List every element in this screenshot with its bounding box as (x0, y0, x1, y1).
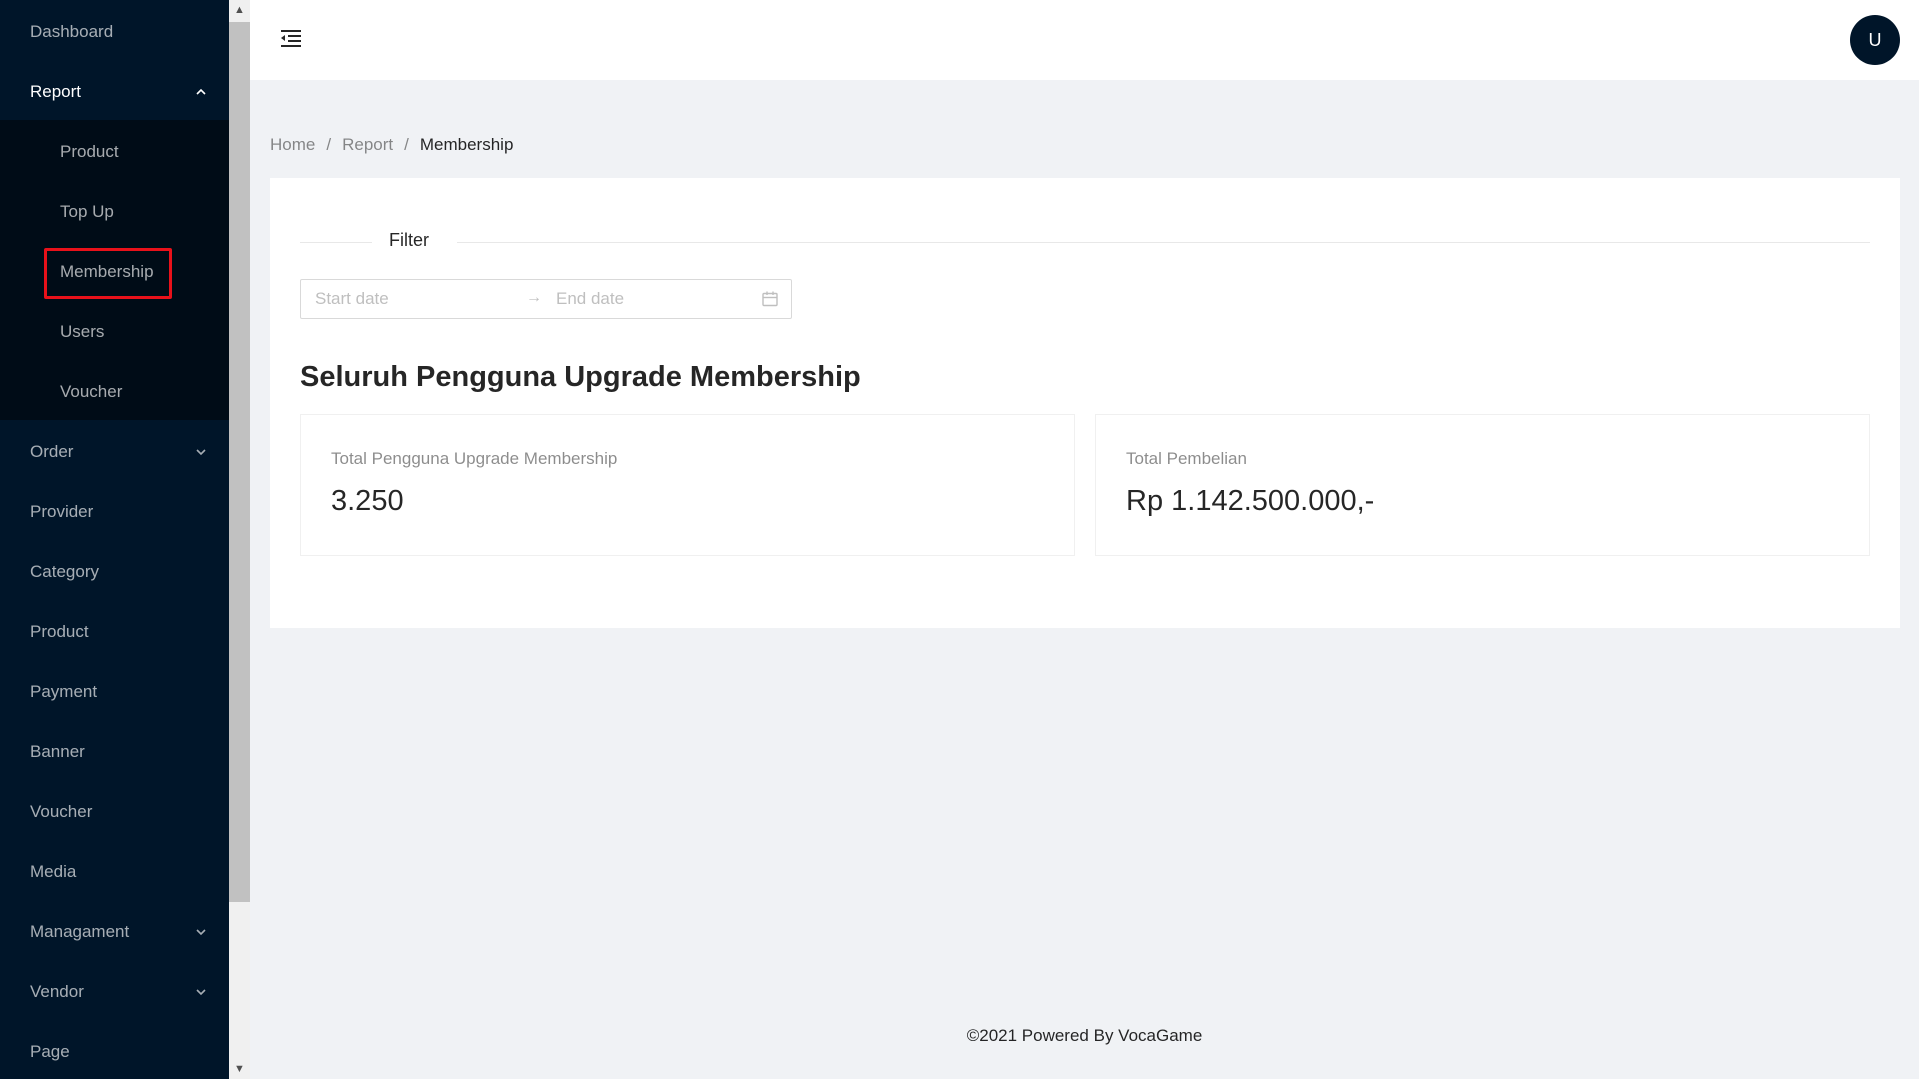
scroll-thumb[interactable] (229, 22, 250, 902)
sidebar-item-label: Product (60, 142, 119, 161)
chevron-down-icon (196, 929, 206, 936)
sidebar-subitem-top-up[interactable]: Top Up (0, 182, 229, 242)
sidebar-subitem-product[interactable]: Product (0, 122, 229, 182)
menu-fold-icon[interactable] (278, 26, 304, 50)
top-header: U (250, 0, 1919, 80)
section-title: Seluruh Pengguna Upgrade Membership (300, 361, 861, 393)
sidebar-item-managament[interactable]: Managament (0, 902, 229, 962)
stat-label: Total Pengguna Upgrade Membership (331, 449, 618, 468)
calendar-icon (762, 291, 778, 307)
sidebar-item-label: Top Up (60, 202, 114, 221)
stat-card-total-purchase: Total Pembelian Rp 1.142.500.000,- (1095, 414, 1870, 556)
sidebar-item-label: Page (30, 1042, 70, 1061)
stat-card-total-users: Total Pengguna Upgrade Membership 3.250 (300, 414, 1075, 556)
stat-value: 3.250 (331, 485, 404, 517)
sidebar-subitem-users[interactable]: Users (0, 302, 229, 362)
stat-value: Rp 1.142.500.000,- (1126, 485, 1375, 517)
start-date-input[interactable] (315, 289, 515, 309)
end-date-input[interactable] (556, 289, 756, 309)
breadcrumb-separator: / (404, 135, 409, 154)
sidebar: Dashboard Report Product Top Up Membersh… (0, 0, 250, 1079)
sidebar-item-label: Vendor (30, 982, 84, 1001)
user-avatar[interactable]: U (1850, 15, 1900, 65)
sidebar-item-voucher[interactable]: Voucher (0, 782, 229, 842)
breadcrumb-separator: / (326, 135, 332, 154)
sidebar-menu: Dashboard Report Product Top Up Membersh… (0, 0, 229, 1079)
sidebar-item-label: Product (30, 622, 89, 641)
sidebar-item-label: Banner (30, 742, 85, 761)
breadcrumb-current: Membership (419, 135, 514, 154)
filter-divider: Filter (300, 230, 1870, 254)
divider-line (457, 242, 1870, 243)
date-range-picker[interactable]: → (300, 279, 792, 319)
sidebar-item-banner[interactable]: Banner (0, 722, 229, 782)
sidebar-item-media[interactable]: Media (0, 842, 229, 902)
sidebar-item-order[interactable]: Order (0, 422, 229, 482)
sidebar-scrollbar[interactable]: ▲ ▼ (229, 0, 250, 1079)
scroll-up-arrow-icon[interactable]: ▲ (229, 0, 250, 20)
footer: ©2021 Powered By VocaGame (250, 1026, 1919, 1046)
breadcrumb-report[interactable]: Report (342, 135, 393, 155)
sidebar-item-label: Managament (30, 922, 130, 941)
sidebar-item-label: Membership (60, 262, 154, 281)
sidebar-item-label: Voucher (30, 802, 93, 821)
sidebar-item-provider[interactable]: Provider (0, 482, 229, 542)
sidebar-subitem-membership[interactable]: Membership (0, 242, 229, 302)
avatar-initial: U (1868, 29, 1882, 50)
app-root: Dashboard Report Product Top Up Membersh… (0, 0, 1919, 1079)
swap-right-arrow-icon: → (526, 289, 542, 306)
filter-label: Filter (389, 230, 429, 250)
sidebar-item-page[interactable]: Page (0, 1022, 229, 1079)
sidebar-item-label: Dashboard (30, 22, 114, 41)
sidebar-item-report[interactable]: Report (0, 62, 229, 122)
sidebar-item-label: Category (30, 562, 99, 581)
sidebar-item-label: Order (30, 442, 74, 461)
sidebar-item-label: Users (60, 322, 105, 341)
breadcrumb: Home / Report / Membership (270, 133, 513, 157)
scroll-down-arrow-icon[interactable]: ▼ (229, 1059, 250, 1079)
sidebar-item-dashboard[interactable]: Dashboard (0, 2, 229, 62)
sidebar-item-payment[interactable]: Payment (0, 662, 229, 722)
chevron-down-icon (196, 449, 206, 456)
content-card: Filter → Seluruh Pengguna Upgrade Member… (270, 178, 1900, 628)
divider-line (300, 242, 372, 243)
sidebar-item-label: Payment (30, 682, 98, 701)
sidebar-subitem-voucher[interactable]: Voucher (0, 362, 229, 422)
sidebar-item-label: Provider (30, 502, 94, 521)
sidebar-item-label: Voucher (60, 382, 123, 401)
chevron-up-icon (196, 88, 206, 95)
breadcrumb-home[interactable]: Home (270, 135, 315, 155)
stat-label: Total Pembelian (1126, 449, 1247, 468)
sidebar-item-vendor[interactable]: Vendor (0, 962, 229, 1022)
sidebar-item-label: Report (30, 82, 82, 101)
chevron-down-icon (196, 989, 206, 996)
footer-text: ©2021 Powered By VocaGame (966, 1026, 1203, 1045)
sidebar-item-label: Media (30, 862, 77, 881)
sidebar-item-product[interactable]: Product (0, 602, 229, 662)
sidebar-item-category[interactable]: Category (0, 542, 229, 602)
